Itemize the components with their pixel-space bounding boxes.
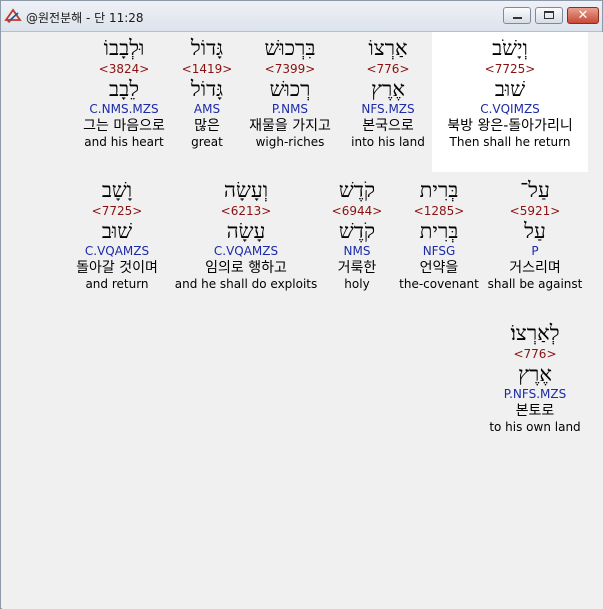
korean-gloss: 그는 마음으로 [83,118,165,134]
minimize-icon [513,17,522,19]
korean-gloss: 언약을 [419,260,459,276]
hebrew-word: בְּרִית [419,178,459,202]
hebrew-word: וָשָׁב [101,178,133,202]
strong-number: <7725> [91,204,143,218]
korean-gloss: 거룩한 [337,260,377,276]
hebrew-word: קֹדֶשׁ [338,178,376,202]
hebrew-lexeme: שׁוּב [101,219,133,243]
english-gloss: and he shall do exploits [174,277,318,291]
hebrew-lexeme: אֶרֶץ [518,362,552,386]
minimize-button[interactable] [503,7,531,24]
window-title: @원전분해 - 단 11:28 [26,11,144,25]
parsing-code: NFSG [422,244,456,258]
word-block[interactable]: וָשָׁב <7725> שׁוּב C.VQAMZS 돌아갈 것이며 and… [57,174,177,292]
strong-number: <1285> [413,204,465,218]
maximize-button[interactable] [535,7,563,24]
english-gloss: to his own land [489,420,581,434]
hebrew-lexeme: בְּרִית [419,219,459,243]
korean-gloss: 돌아갈 것이며 [76,260,158,276]
interlinear-panel: וְיָשֹׁב <7725> שׁוּב C.VQIMZS 북방 왕은-돌아가… [2,32,603,609]
app-icon [4,7,22,25]
english-gloss: and his heart [84,135,164,149]
hebrew-lexeme: קֹדֶשׁ [338,219,376,243]
word-block[interactable]: וְעָשָׂה <6213> עָשָׂה C.VQAMZS 임의로 행하고 … [171,174,321,292]
parsing-code: C.VQAMZS [213,244,279,258]
strong-number: <6213> [220,204,272,218]
close-icon: ✕ [577,8,589,23]
maximize-icon [544,11,554,19]
strong-number: <6944> [331,204,383,218]
english-gloss: the-covenant [399,277,479,291]
title-bar[interactable]: @원전분해 - 단 11:28 ✕ [1,1,602,32]
english-gloss: holy [344,277,370,291]
parsing-code: NMS [343,244,371,258]
word-block[interactable]: לְאַרְצוֹ׃ <776> אֶרֶץ P.NFS.MZS 본토로 to … [475,317,595,435]
hebrew-word: וּלְבָבוֹ [103,36,145,60]
hebrew-word: לְאַרְצוֹ׃ [510,321,560,345]
strong-number: <776> [513,347,557,361]
strong-number: <3824> [98,62,150,76]
word-block[interactable]: בְּרִית <1285> בְּרִית NFSG 언약을 the-cove… [389,174,489,292]
word-block[interactable]: קֹדֶשׁ <6944> קֹדֶשׁ NMS 거룩한 holy [315,174,399,292]
parsing-code: C.VQAMZS [84,244,150,258]
parsing-code: C.NMS.MZS [89,102,159,116]
app-window: @원전분해 - 단 11:28 ✕ וְיָשֹׁב <7725> שׁוּב … [0,0,603,609]
hebrew-lexeme: לֵבָב [108,77,140,101]
english-gloss: and return [85,277,149,291]
korean-gloss: 본토로 [515,403,555,419]
word-block[interactable]: וּלְבָבוֹ <3824> לֵבָב C.NMS.MZS 그는 마음으로… [54,32,194,150]
korean-gloss: 임의로 행하고 [205,260,287,276]
hebrew-word: וְעָשָׂה [223,178,269,202]
parsing-code: P.NFS.MZS [503,387,567,401]
close-button[interactable]: ✕ [567,7,599,24]
hebrew-lexeme: עָשָׂה [226,219,266,243]
